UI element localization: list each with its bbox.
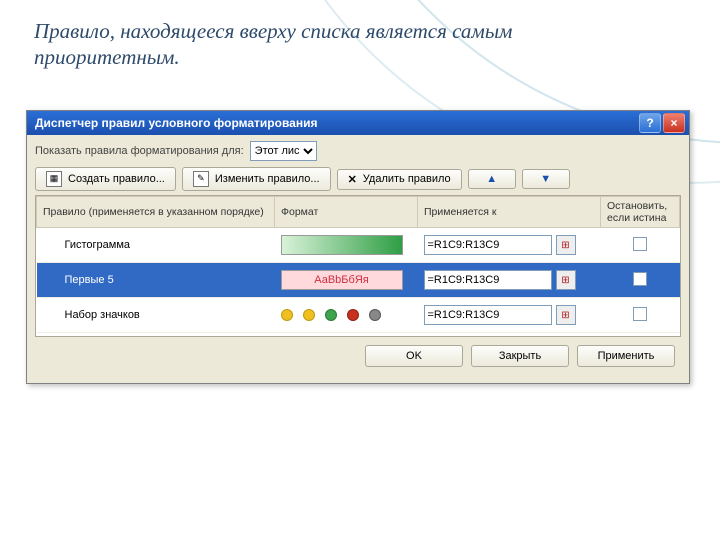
close-icon[interactable]: ×	[663, 113, 685, 133]
stop-if-true-cell	[601, 298, 680, 333]
arrow-up-icon: ▲	[486, 173, 497, 185]
data-bar-preview	[281, 235, 403, 255]
rule-name: Набор значков	[37, 298, 275, 333]
rule-name: Первые 5	[37, 263, 275, 298]
rule-format-preview	[275, 228, 418, 263]
move-up-button[interactable]: ▲	[468, 169, 516, 189]
edit-icon: ✎	[193, 171, 209, 187]
col-applies: Применяется к	[418, 197, 601, 228]
create-rule-button[interactable]: ▦ Создать правило...	[35, 167, 176, 191]
ok-button[interactable]: OK	[365, 345, 463, 367]
applies-to-input[interactable]	[424, 305, 552, 325]
rule-name: Гистограмма	[37, 228, 275, 263]
rule-format-preview: АаВbБбЯя	[275, 263, 418, 298]
col-stop: Остановить, если истина	[601, 197, 680, 228]
range-picker-button[interactable]: ⊞	[556, 235, 576, 255]
conditional-formatting-rules-manager: Диспетчер правил условного форматировани…	[26, 110, 690, 384]
slide-caption: Правило, находящееся вверху списка являе…	[34, 18, 594, 71]
stop-if-true-checkbox[interactable]	[633, 237, 647, 251]
applies-to-cell: ⊞	[418, 298, 601, 333]
applies-to-cell: ⊞	[418, 263, 601, 298]
range-picker-button[interactable]: ⊞	[556, 305, 576, 325]
format-text-preview: АаВbБбЯя	[281, 270, 403, 290]
new-icon: ▦	[46, 171, 62, 187]
stop-if-true-checkbox[interactable]	[633, 307, 647, 321]
status-dot-icon	[281, 309, 293, 321]
status-dot-icon	[347, 309, 359, 321]
status-dot-icon	[325, 309, 337, 321]
help-button[interactable]: ?	[639, 113, 661, 133]
range-picker-button[interactable]: ⊞	[556, 270, 576, 290]
apply-button[interactable]: Применить	[577, 345, 675, 367]
rules-table: Правило (применяется в указанном порядке…	[36, 196, 680, 333]
applies-to-input[interactable]	[424, 270, 552, 290]
status-dot-icon	[369, 309, 381, 321]
rule-format-preview	[275, 298, 418, 333]
arrow-down-icon: ▼	[540, 173, 551, 185]
close-button[interactable]: Закрыть	[471, 345, 569, 367]
applies-to-cell: ⊞	[418, 228, 601, 263]
delete-rule-button[interactable]: ✕ Удалить правило	[337, 169, 462, 190]
show-for-label: Показать правила форматирования для:	[35, 145, 244, 157]
dialog-title: Диспетчер правил условного форматировани…	[35, 116, 317, 130]
table-row[interactable]: Первые 5 АаВbБбЯя ⊞	[37, 263, 680, 298]
stop-if-true-checkbox[interactable]	[633, 272, 647, 286]
titlebar[interactable]: Диспетчер правил условного форматировани…	[27, 111, 689, 135]
status-dot-icon	[303, 309, 315, 321]
move-down-button[interactable]: ▼	[522, 169, 570, 189]
col-rule: Правило (применяется в указанном порядке…	[37, 197, 275, 228]
delete-icon: ✕	[348, 173, 357, 186]
show-for-select[interactable]: Этот лис	[250, 141, 317, 161]
stop-if-true-cell	[601, 263, 680, 298]
icon-set-preview	[281, 309, 412, 321]
stop-if-true-cell	[601, 228, 680, 263]
table-row[interactable]: Набор значков ⊞	[37, 298, 680, 333]
edit-rule-button[interactable]: ✎ Изменить правило...	[182, 167, 331, 191]
table-row[interactable]: Гистограмма ⊞	[37, 228, 680, 263]
col-format: Формат	[275, 197, 418, 228]
applies-to-input[interactable]	[424, 235, 552, 255]
